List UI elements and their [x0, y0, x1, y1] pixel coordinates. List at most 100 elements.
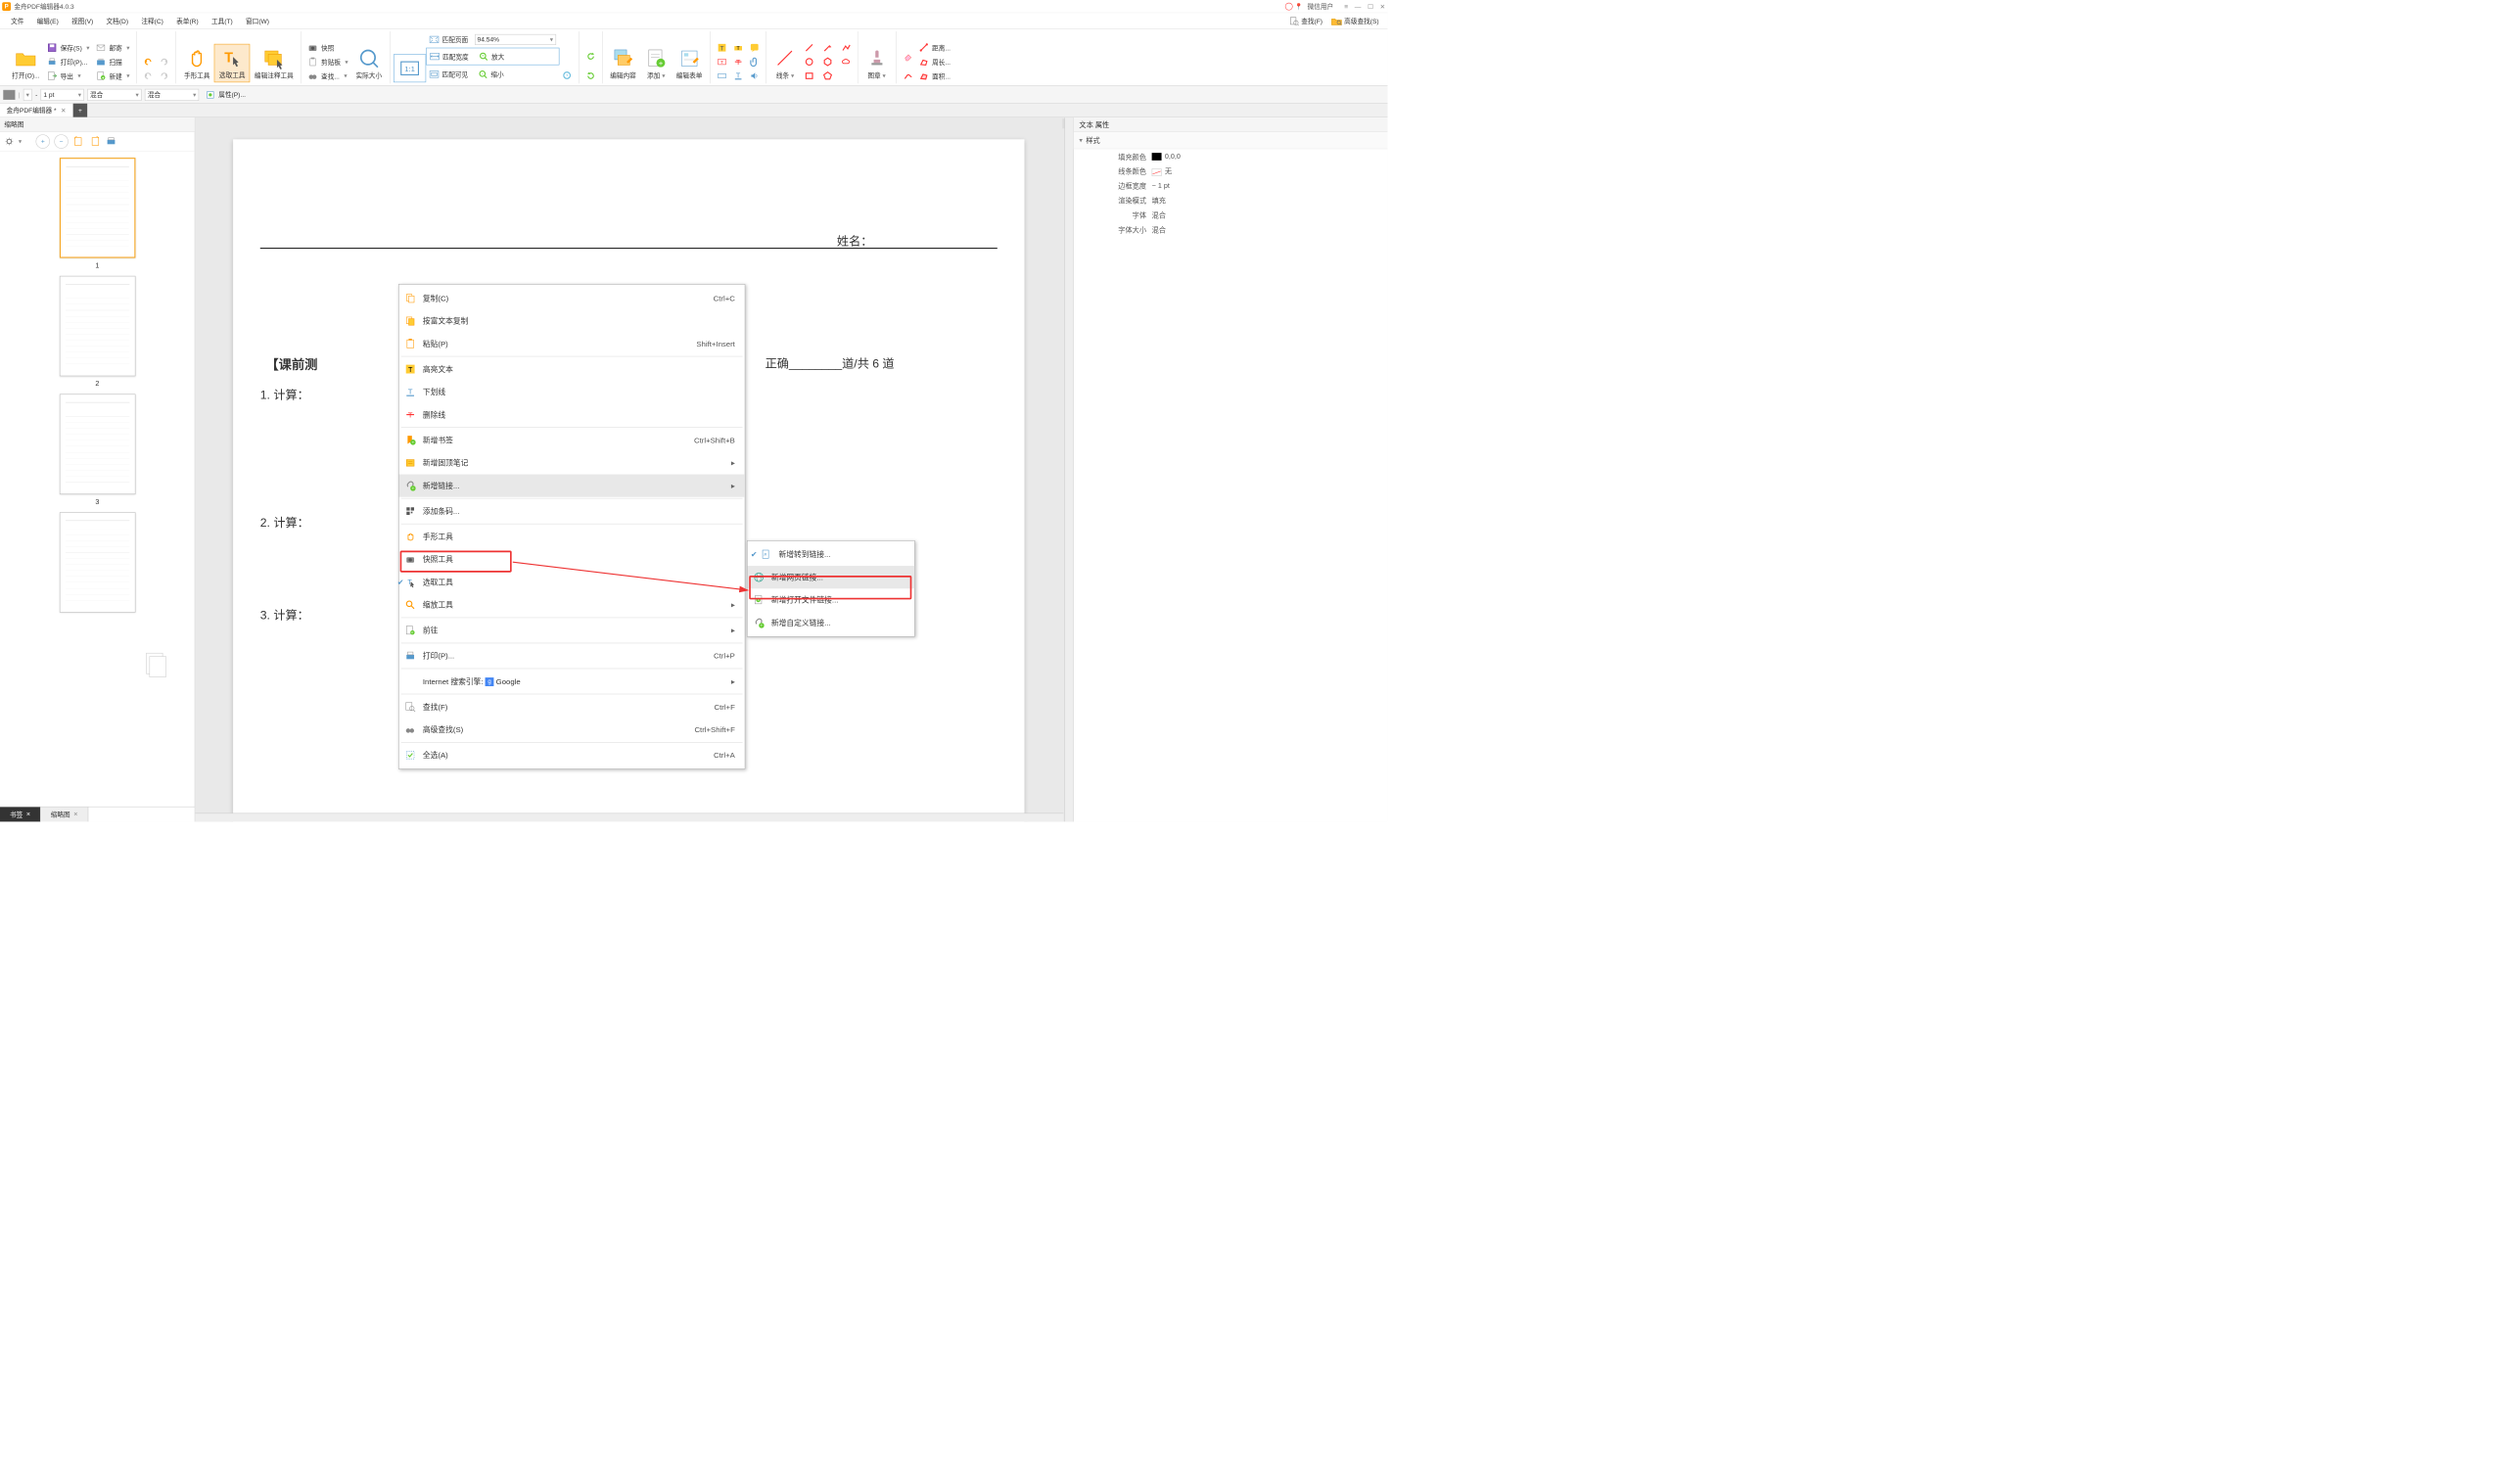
style-section[interactable]: ▾样式 — [1074, 132, 1388, 150]
prop-fill-color[interactable]: 填充颜色0,0,0 — [1074, 149, 1388, 163]
export-button[interactable]: 导出▾ — [44, 70, 93, 82]
fit-width[interactable]: 匹配宽度 +放大 — [426, 48, 559, 66]
ctx-new-link[interactable]: +新增链接...▸ — [399, 474, 745, 496]
ctx-zoom-tool[interactable]: 缩放工具▸ — [399, 593, 745, 616]
thumbnails-list[interactable]: 1 2 3 — [0, 151, 195, 806]
hand-tool[interactable]: 手形工具 — [180, 45, 214, 82]
eraser-tool[interactable] — [900, 50, 916, 63]
one-to-one[interactable]: 1:1 — [394, 54, 426, 82]
menubar-find[interactable]: 查找(F) — [1285, 14, 1327, 27]
vertical-scrollbar[interactable] — [1064, 117, 1073, 821]
tab-close-icon[interactable]: ✕ — [61, 107, 67, 115]
rect-shape[interactable] — [801, 70, 817, 82]
ctx-snapshot-tool[interactable]: 快照工具 — [399, 548, 745, 571]
ctx-find[interactable]: 查找(F)Ctrl+F — [399, 695, 745, 718]
redo2-button[interactable] — [157, 70, 173, 82]
zoomout-button[interactable]: −缩小 — [475, 68, 507, 80]
actual-size[interactable]: 实际大小 — [351, 45, 386, 82]
ctx-advfind[interactable]: 高级查找(S)Ctrl+Shift+F — [399, 719, 745, 741]
zoomin-thumbs[interactable]: + — [36, 134, 50, 148]
horizontal-scrollbar[interactable] — [195, 813, 1063, 822]
ctx-copy[interactable]: 复制(C)Ctrl+C — [399, 287, 745, 309]
ctx-strike[interactable]: T删除线 — [399, 403, 745, 426]
thumbnail-page-2[interactable]: 2 — [60, 276, 136, 388]
undo-button[interactable] — [140, 55, 157, 68]
sound-annot[interactable] — [746, 70, 763, 82]
rotate-right-icon[interactable] — [89, 135, 101, 147]
area-tool[interactable]: 面积... — [916, 70, 954, 82]
underline-annot[interactable]: T — [730, 70, 747, 82]
clipboard-button[interactable]: 剪贴板▾ — [304, 55, 351, 68]
save-button[interactable]: 保存(S)▾ — [44, 41, 93, 54]
menu-document[interactable]: 文档(D) — [100, 14, 135, 27]
menu-tools[interactable]: 工具(T) — [205, 14, 239, 27]
redo-button[interactable] — [157, 55, 173, 68]
undo2-button[interactable] — [140, 70, 157, 82]
prop-stroke-color[interactable]: 线条颜色无 — [1074, 163, 1388, 178]
highlight-annot[interactable]: T — [730, 41, 747, 54]
menu-form[interactable]: 表单(R) — [170, 14, 206, 27]
ctx-select-all[interactable]: 全选(A)Ctrl+A — [399, 744, 745, 766]
properties-button[interactable]: 属性(P)... — [203, 88, 250, 101]
close-button[interactable]: ✕ — [1380, 2, 1386, 10]
menu-comment[interactable]: 注释(C) — [135, 14, 170, 27]
submenu-web-link[interactable]: 新增网页链接... — [748, 566, 915, 588]
blend1-dropdown[interactable]: 混合▾ — [87, 89, 141, 101]
zoomin-lg[interactable]: + — [559, 70, 576, 82]
rotate-ccw[interactable] — [582, 50, 599, 63]
ctx-new-bookmark[interactable]: +新增书签Ctrl+Shift+B — [399, 429, 745, 451]
ctx-pin-note[interactable]: 新增固顶笔记▸ — [399, 451, 745, 474]
strike-annot[interactable]: T — [730, 55, 747, 68]
ctx-select-tool[interactable]: ✔T选取工具 — [399, 571, 745, 593]
menu-window[interactable]: 窗口(W) — [239, 14, 275, 27]
add-tab-button[interactable]: + — [73, 104, 87, 117]
textbox-annot[interactable]: T — [714, 55, 730, 68]
distance-tool[interactable]: 距离... — [916, 41, 954, 54]
prop-border-width[interactable]: 边框宽度− 1 pt — [1074, 178, 1388, 193]
menu-edit[interactable]: 编辑(E) — [30, 14, 65, 27]
ctx-highlight[interactable]: T高亮文本 — [399, 357, 745, 380]
open-button[interactable]: 打开(O)... — [8, 45, 44, 82]
print-thumbs-icon[interactable] — [105, 135, 116, 147]
ctx-underline[interactable]: T下划线 — [399, 381, 745, 403]
circle-shape[interactable] — [801, 55, 817, 68]
find-button[interactable]: 查找...▾ — [304, 70, 351, 82]
add-button[interactable]: + 添加 ▾ — [640, 45, 672, 82]
perimeter-tool[interactable]: 周长... — [916, 55, 954, 68]
rotate-left-icon[interactable] — [72, 135, 84, 147]
gear-icon[interactable] — [4, 136, 14, 146]
thumbnail-page-3[interactable]: 3 — [60, 394, 136, 506]
pencil-tool[interactable] — [900, 70, 916, 82]
new-button[interactable]: ✦新建▾ — [93, 70, 133, 82]
blend2-dropdown[interactable]: 混合▾ — [145, 89, 199, 101]
zoomout-thumbs[interactable]: − — [54, 134, 68, 148]
annotation-tool[interactable]: 编辑注释工具 — [251, 45, 299, 82]
zoomin-button[interactable]: +放大 — [475, 50, 507, 63]
bookmark-tab[interactable]: 书签✕ — [0, 807, 41, 821]
user-account[interactable]: 📍 微信用户 — [1285, 2, 1333, 11]
text-annot[interactable]: T — [714, 41, 730, 54]
lines-tool[interactable]: 线条 ▾ — [769, 45, 801, 82]
menu-view[interactable]: 视图(V) — [65, 14, 99, 27]
snapshot-button[interactable]: 快照 — [304, 41, 351, 54]
polyline-shape[interactable] — [838, 41, 855, 54]
scan-button[interactable]: 扫描 — [93, 55, 133, 68]
ctx-print[interactable]: 打印(P)...Ctrl+P — [399, 644, 745, 667]
minimize-button[interactable]: — — [1355, 2, 1362, 10]
ctx-goto[interactable]: 前往▸ — [399, 619, 745, 641]
submenu-custom-link[interactable]: +新增自定义链接... — [748, 612, 915, 634]
attach-annot[interactable] — [746, 55, 763, 68]
edit-content[interactable]: 编辑内容 — [606, 45, 640, 82]
menubar-advfind[interactable]: 高级查找(S) — [1326, 14, 1383, 27]
edit-form[interactable]: 编辑表单 — [672, 45, 706, 82]
arrow-shape[interactable] — [819, 41, 836, 54]
fit-visible[interactable]: 匹配可见 −缩小 — [426, 67, 559, 83]
print-button[interactable]: 打印(P)... — [44, 55, 93, 68]
textfield-annot[interactable] — [714, 70, 730, 82]
prop-font-size[interactable]: 字体大小混合 — [1074, 222, 1388, 237]
ctx-search-engine[interactable]: Internet 搜索引擎: g Google▸ — [399, 670, 745, 692]
line-shape[interactable] — [801, 41, 817, 54]
select-tool[interactable]: T 选取工具 — [214, 44, 251, 82]
thumbnail-page-4[interactable] — [60, 512, 136, 612]
linewidth-dropdown[interactable]: 1 pt▾ — [41, 89, 84, 101]
